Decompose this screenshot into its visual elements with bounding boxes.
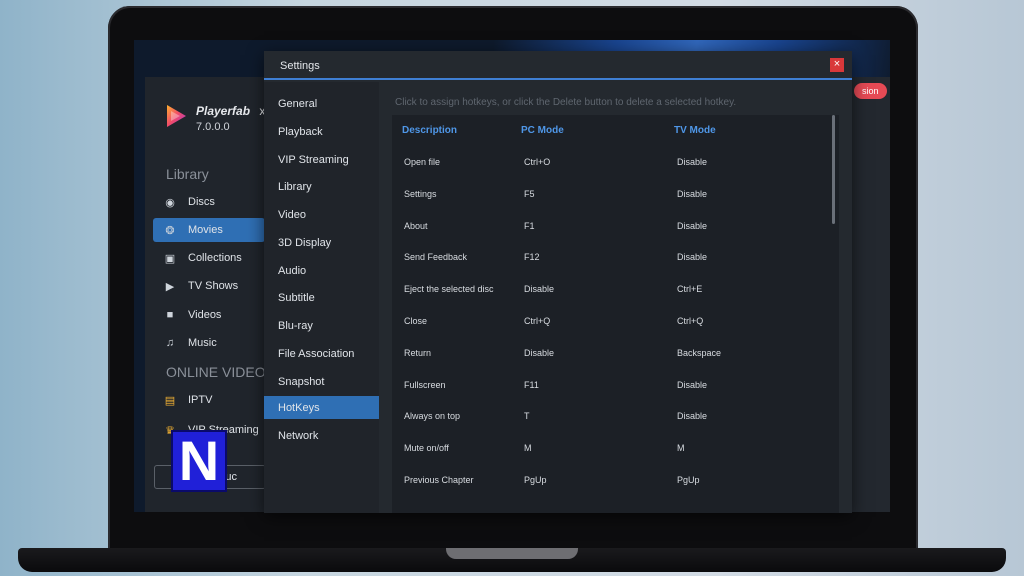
settings-nav-network[interactable]: Network: [264, 424, 379, 447]
nav-item-movies[interactable]: ❂ Movies: [153, 218, 265, 242]
app-name: Playerfab x6: [196, 104, 272, 118]
hotkey-description: Always on top: [404, 411, 461, 422]
hotkeys-table: [392, 115, 839, 513]
hotkey-description: Settings: [404, 188, 437, 199]
nav-item-tv-shows[interactable]: ▶ TV Shows: [153, 274, 265, 298]
online-video-section-title: ONLINE VIDEO: [166, 364, 266, 380]
hotkey-description: Close: [404, 316, 428, 326]
library-section-title: Library: [166, 166, 209, 182]
nav-item-music[interactable]: ♫ Music: [153, 331, 265, 355]
hotkey-tv-mode[interactable]: Disable: [677, 221, 707, 231]
nav-item-label: TV Shows: [188, 280, 239, 292]
hotkey-pc-mode[interactable]: Disable: [524, 284, 554, 294]
hotkey-tv-mode[interactable]: M: [677, 443, 685, 453]
watermark-logo: N: [171, 430, 227, 492]
settings-title: Settings: [280, 60, 320, 72]
hotkey-pc-mode[interactable]: PgUp: [524, 475, 547, 485]
column-header-tv-mode[interactable]: TV Mode: [674, 125, 716, 136]
hotkey-tv-mode[interactable]: Disable: [677, 380, 707, 390]
disc-icon: ◉: [165, 196, 175, 209]
hotkey-description: About: [404, 220, 428, 231]
hotkey-tv-mode[interactable]: Ctrl+Q: [677, 316, 703, 326]
settings-nav-vip-streaming[interactable]: VIP Streaming: [264, 148, 379, 171]
app-logo-icon: [167, 105, 186, 127]
settings-nav-playback[interactable]: Playback: [264, 120, 379, 143]
settings-dialog: Settings × General Playback VIP Streamin…: [264, 51, 852, 513]
nav-item-label: Discs: [188, 196, 215, 208]
app-version: 7.0.0.0: [196, 121, 230, 133]
column-header-pc-mode[interactable]: PC Mode: [521, 125, 564, 136]
iptv-icon: ▤: [164, 394, 176, 407]
hotkey-tv-mode[interactable]: Backspace: [677, 348, 721, 358]
nav-item-iptv[interactable]: ▤ IPTV: [153, 388, 265, 412]
hotkey-tv-mode[interactable]: PgUp: [677, 475, 700, 485]
hotkey-tv-mode[interactable]: Disable: [677, 157, 707, 167]
nav-item-discs[interactable]: ◉ Discs: [153, 190, 265, 214]
settings-nav-hotkeys[interactable]: HotKeys: [264, 396, 379, 419]
hotkey-description: Return: [404, 347, 432, 358]
hotkey-description: Send Feedback: [404, 252, 468, 263]
movies-icon: ❂: [165, 224, 175, 237]
hotkey-description: Open file: [404, 157, 441, 167]
videos-icon: ■: [166, 309, 174, 321]
nav-item-label: IPTV: [188, 394, 213, 406]
nav-item-label: Videos: [188, 309, 222, 321]
settings-nav-blu-ray[interactable]: Blu-ray: [264, 314, 379, 337]
hotkey-description: Mute on/off: [404, 443, 449, 454]
settings-nav: General Playback VIP Streaming Library V…: [264, 82, 379, 513]
hotkey-description: Previous Chapter: [404, 475, 474, 485]
settings-nav-audio[interactable]: Audio: [264, 259, 379, 282]
hotkey-pc-mode[interactable]: Ctrl+O: [524, 157, 550, 167]
nav-item-label: Movies: [188, 224, 223, 236]
close-button[interactable]: ×: [830, 58, 844, 72]
settings-nav-library[interactable]: Library: [264, 175, 379, 198]
hotkey-tv-mode[interactable]: Disable: [677, 252, 707, 262]
music-icon: ♫: [165, 337, 175, 349]
app-name-text: Playerfab: [196, 104, 251, 118]
hotkey-pc-mode[interactable]: F5: [524, 189, 535, 199]
hotkey-tv-mode[interactable]: Disable: [677, 411, 707, 421]
laptop-notch: [446, 548, 578, 559]
tv-shows-icon: ▶: [165, 280, 175, 293]
column-header-description[interactable]: Description: [402, 125, 457, 136]
settings-nav-video[interactable]: Video: [264, 203, 379, 226]
collections-icon: ▣: [164, 252, 176, 265]
hotkey-pc-mode[interactable]: F1: [524, 221, 535, 231]
hotkey-pc-mode[interactable]: Disable: [524, 348, 554, 358]
scrollbar-thumb[interactable]: [832, 115, 835, 224]
settings-nav-file-association[interactable]: File Association: [264, 342, 379, 365]
nav-item-collections[interactable]: ▣ Collections: [153, 246, 265, 270]
hotkey-tv-mode[interactable]: Ctrl+E: [677, 284, 702, 294]
hotkey-pc-mode[interactable]: Ctrl+Q: [524, 316, 550, 326]
hotkeys-hint: Click to assign hotkeys, or click the De…: [395, 97, 737, 108]
hotkey-pc-mode[interactable]: F11: [524, 380, 539, 390]
nav-item-label: Collections: [188, 252, 242, 264]
version-pill[interactable]: sion: [854, 83, 887, 99]
hotkey-tv-mode[interactable]: Disable: [677, 189, 707, 199]
nav-item-videos[interactable]: ■ Videos: [153, 303, 265, 327]
settings-nav-subtitle[interactable]: Subtitle: [264, 286, 379, 309]
hotkey-pc-mode[interactable]: F12: [524, 252, 540, 262]
nav-item-label: Music: [188, 337, 217, 349]
settings-nav-snapshot[interactable]: Snapshot: [264, 370, 379, 393]
hotkey-description: Fullscreen: [404, 379, 446, 390]
settings-nav-3d-display[interactable]: 3D Display: [264, 231, 379, 254]
app-sidebar: Playerfab x6 7.0.0.0 Library ◉ Discs ❂ M…: [145, 77, 272, 512]
hotkey-description: Eject the selected disc: [404, 284, 494, 295]
settings-titlebar: Settings ×: [264, 51, 852, 80]
settings-nav-general[interactable]: General: [264, 92, 379, 115]
hotkey-pc-mode[interactable]: T: [524, 411, 530, 421]
hotkey-pc-mode[interactable]: M: [524, 443, 532, 453]
